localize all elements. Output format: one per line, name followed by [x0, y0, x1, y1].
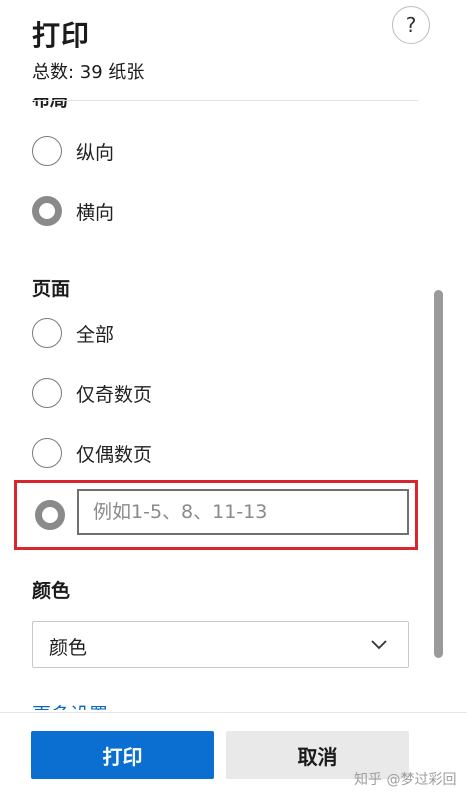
radio-all-pages[interactable]: 全部 [32, 318, 114, 348]
radio-button[interactable] [32, 136, 62, 166]
panel-footer: 打印 取消 知乎 @梦过彩回 [0, 712, 467, 798]
radio-portrait[interactable]: 纵向 [32, 136, 114, 166]
panel-header: 打印 总数: 39 纸张 ? [0, 0, 467, 98]
radio-button[interactable] [32, 438, 62, 468]
radio-custom-range[interactable] [35, 500, 65, 530]
header-divider [32, 100, 418, 101]
radio-label: 全部 [76, 323, 115, 346]
pages-heading: 页面 [32, 278, 71, 300]
settings-scroll-area[interactable]: 布局 纵向 横向 页面 全部 仅奇数页 仅偶数页 颜色 颜色 [0, 98, 430, 710]
print-button[interactable]: 打印 [31, 731, 214, 779]
chevron-down-icon [371, 640, 387, 650]
radio-odd-pages[interactable]: 仅奇数页 [32, 378, 152, 408]
radio-label: 仅偶数页 [76, 443, 153, 466]
help-icon: ? [405, 13, 417, 37]
radio-label: 纵向 [76, 141, 115, 164]
color-heading: 颜色 [32, 580, 71, 602]
color-dropdown[interactable]: 颜色 [32, 621, 409, 668]
color-dropdown-value: 颜色 [49, 637, 88, 659]
radio-landscape[interactable]: 横向 [32, 196, 114, 226]
page-title: 打印 [32, 19, 91, 52]
radio-label: 横向 [76, 201, 115, 224]
sheet-count: 总数: 39 纸张 [32, 62, 145, 83]
help-button[interactable]: ? [392, 6, 430, 44]
more-settings-link[interactable]: 更多设置 [32, 700, 108, 710]
print-panel: 打印 总数: 39 纸张 ? 布局 纵向 横向 页面 全部 仅奇数页 仅偶数页 [0, 0, 467, 798]
radio-button[interactable] [32, 378, 62, 408]
scrollbar-thumb[interactable] [434, 290, 443, 658]
page-range-input[interactable] [77, 489, 409, 535]
radio-label: 仅奇数页 [76, 383, 153, 406]
radio-button[interactable] [32, 318, 62, 348]
radio-even-pages[interactable]: 仅偶数页 [32, 438, 152, 468]
custom-range-highlight [14, 480, 418, 550]
radio-button-selected[interactable] [32, 196, 62, 226]
watermark: 知乎 @梦过彩回 [354, 772, 457, 788]
